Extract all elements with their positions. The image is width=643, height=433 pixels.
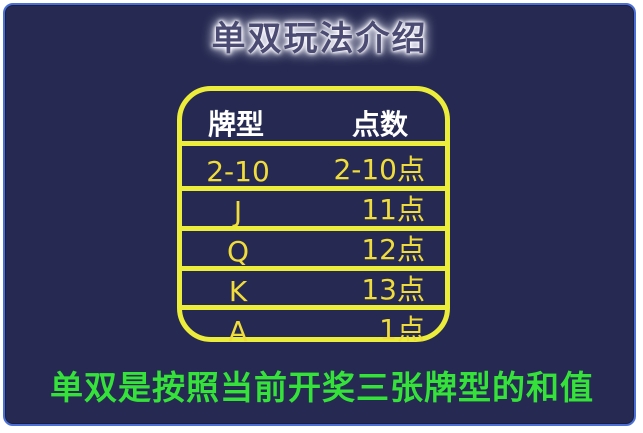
row-1-points: 2-10点 <box>333 153 425 186</box>
table-divider <box>182 305 445 310</box>
table-divider <box>182 226 445 231</box>
row-5-points: 1点 <box>379 313 425 346</box>
header-points: 点数 <box>352 108 409 141</box>
row-5-card: A <box>228 315 248 348</box>
row-3-points: 12点 <box>361 233 425 266</box>
rules-panel: 单双玩法介绍 牌型 点数 2-10 2-10点 J 11点 Q 12点 K 13… <box>3 3 636 426</box>
row-2-points: 11点 <box>361 193 425 226</box>
row-1-card: 2-10 <box>206 155 270 188</box>
points-table: 牌型 点数 2-10 2-10点 J 11点 Q 12点 K 13点 A 1点 <box>177 86 450 347</box>
table-divider <box>182 266 445 271</box>
header-card-type: 牌型 <box>208 108 265 141</box>
table-divider <box>182 141 445 146</box>
panel-title: 单双玩法介绍 <box>211 19 428 59</box>
table-divider <box>182 186 445 191</box>
row-4-points: 13点 <box>361 273 425 306</box>
row-4-card: K <box>228 275 248 308</box>
row-3-card: Q <box>226 235 250 268</box>
row-2-card: J <box>233 195 243 228</box>
rule-note: 单双是按照当前开奖三张牌型的和值 <box>50 368 594 407</box>
